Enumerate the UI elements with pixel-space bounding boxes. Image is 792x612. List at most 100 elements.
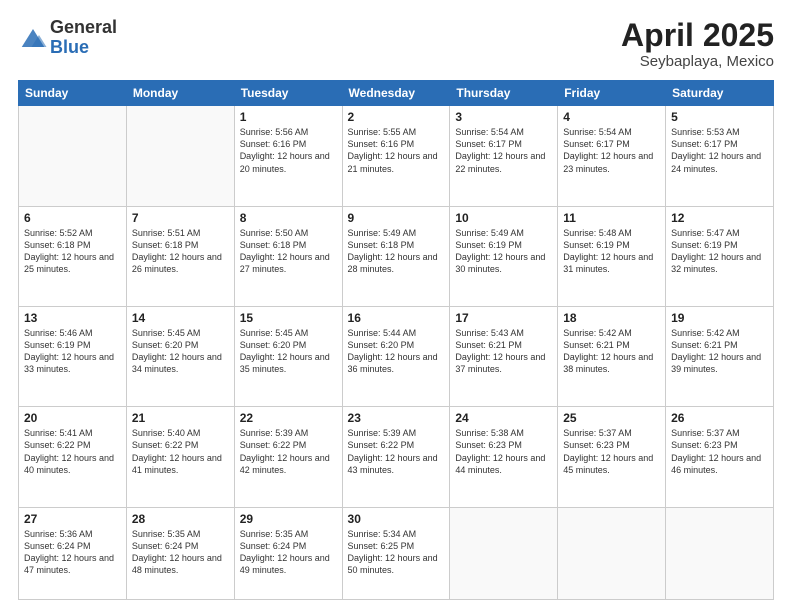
calendar-cell: 25 Sunrise: 5:37 AM Sunset: 6:23 PM Dayli… (558, 407, 666, 507)
calendar-cell: 16Sunrise: 5:44 AM Sunset: 6:20 PM Dayli… (342, 306, 450, 406)
day-info: Sunrise: 5:49 AM Sunset: 6:19 PM Dayligh… (455, 227, 552, 276)
day-info: Sunrise: 5:39 AM Sunset: 6:22 PM Dayligh… (240, 427, 337, 476)
day-info: Sunrise: 5:35 AM Sunset: 6:24 PM Dayligh… (132, 528, 229, 577)
day-number: 18 (563, 311, 660, 325)
logo-text: General Blue (50, 18, 117, 58)
calendar-cell (19, 106, 127, 206)
calendar-cell: 26 Sunrise: 5:37 AM Sunset: 6:23 PM Dayli… (666, 407, 774, 507)
day-number: 25 (563, 411, 660, 425)
day-info: Sunrise: 5:45 AM Sunset: 6:20 PM Dayligh… (240, 327, 337, 376)
day-number: 10 (455, 211, 552, 225)
calendar-cell: 2 Sunrise: 5:55 AM Sunset: 6:16 PM Daylig… (342, 106, 450, 206)
calendar-cell: 22 Sunrise: 5:39 AM Sunset: 6:22 PM Dayli… (234, 407, 342, 507)
day-info: Sunrise: 5:51 AM Sunset: 6:18 PM Dayligh… (132, 227, 229, 276)
calendar-cell: 20Sunrise: 5:41 AM Sunset: 6:22 PM Dayli… (19, 407, 127, 507)
day-number: 1 (240, 110, 337, 124)
col-saturday: Saturday (666, 81, 774, 106)
day-number: 24 (455, 411, 552, 425)
day-info: Sunrise: 5:42 AM Sunset: 6:21 PM Dayligh… (671, 327, 768, 376)
logo: General Blue (18, 18, 117, 58)
calendar-cell: 11 Sunrise: 5:48 AM Sunset: 6:19 PM Dayli… (558, 206, 666, 306)
calendar-cell: 27 Sunrise: 5:36 AM Sunset: 6:24 PM Dayli… (19, 507, 127, 599)
calendar-cell: 17 Sunrise: 5:43 AM Sunset: 6:21 PM Dayli… (450, 306, 558, 406)
calendar-cell: 18 Sunrise: 5:42 AM Sunset: 6:21 PM Dayli… (558, 306, 666, 406)
day-info: Sunrise: 5:47 AM Sunset: 6:19 PM Dayligh… (671, 227, 768, 276)
calendar-cell: 21Sunrise: 5:40 AM Sunset: 6:22 PM Dayli… (126, 407, 234, 507)
day-number: 3 (455, 110, 552, 124)
day-number: 16 (348, 311, 445, 325)
day-info: Sunrise: 5:37 AM Sunset: 6:23 PM Dayligh… (671, 427, 768, 476)
day-number: 9 (348, 211, 445, 225)
day-info: Sunrise: 5:49 AM Sunset: 6:18 PM Dayligh… (348, 227, 445, 276)
calendar-cell: 24 Sunrise: 5:38 AM Sunset: 6:23 PM Dayli… (450, 407, 558, 507)
calendar-cell: 29 Sunrise: 5:35 AM Sunset: 6:24 PM Dayli… (234, 507, 342, 599)
title-block: April 2025 Seybaplaya, Mexico (621, 18, 774, 70)
day-info: Sunrise: 5:45 AM Sunset: 6:20 PM Dayligh… (132, 327, 229, 376)
day-info: Sunrise: 5:54 AM Sunset: 6:17 PM Dayligh… (563, 126, 660, 175)
day-info: Sunrise: 5:46 AM Sunset: 6:19 PM Dayligh… (24, 327, 121, 376)
day-info: Sunrise: 5:43 AM Sunset: 6:21 PM Dayligh… (455, 327, 552, 376)
calendar-cell (450, 507, 558, 599)
logo-blue: Blue (50, 38, 117, 58)
calendar-cell: 15 Sunrise: 5:45 AM Sunset: 6:20 PM Dayli… (234, 306, 342, 406)
day-info: Sunrise: 5:36 AM Sunset: 6:24 PM Dayligh… (24, 528, 121, 577)
calendar-cell: 23 Sunrise: 5:39 AM Sunset: 6:22 PM Dayli… (342, 407, 450, 507)
day-number: 26 (671, 411, 768, 425)
day-info: Sunrise: 5:54 AM Sunset: 6:17 PM Dayligh… (455, 126, 552, 175)
calendar-row-0: 1 Sunrise: 5:56 AM Sunset: 6:16 PM Daylig… (19, 106, 774, 206)
col-thursday: Thursday (450, 81, 558, 106)
day-number: 23 (348, 411, 445, 425)
month-title: April 2025 (621, 18, 774, 53)
day-info: Sunrise: 5:34 AM Sunset: 6:25 PM Dayligh… (348, 528, 445, 577)
location: Seybaplaya, Mexico (621, 53, 774, 70)
calendar-cell (558, 507, 666, 599)
day-info: Sunrise: 5:38 AM Sunset: 6:23 PM Dayligh… (455, 427, 552, 476)
day-info: Sunrise: 5:56 AM Sunset: 6:16 PM Dayligh… (240, 126, 337, 175)
day-number: 27 (24, 512, 121, 526)
logo-general: General (50, 18, 117, 38)
day-number: 17 (455, 311, 552, 325)
day-number: 12 (671, 211, 768, 225)
calendar-table: Sunday Monday Tuesday Wednesday Thursday… (18, 80, 774, 600)
day-number: 2 (348, 110, 445, 124)
col-monday: Monday (126, 81, 234, 106)
day-info: Sunrise: 5:37 AM Sunset: 6:23 PM Dayligh… (563, 427, 660, 476)
calendar-row-2: 13 Sunrise: 5:46 AM Sunset: 6:19 PM Dayli… (19, 306, 774, 406)
calendar-cell: 7Sunrise: 5:51 AM Sunset: 6:18 PM Daylig… (126, 206, 234, 306)
day-number: 13 (24, 311, 121, 325)
calendar-cell: 4Sunrise: 5:54 AM Sunset: 6:17 PM Daylig… (558, 106, 666, 206)
calendar-cell (666, 507, 774, 599)
day-number: 19 (671, 311, 768, 325)
day-info: Sunrise: 5:39 AM Sunset: 6:22 PM Dayligh… (348, 427, 445, 476)
day-number: 11 (563, 211, 660, 225)
calendar-row-1: 6Sunrise: 5:52 AM Sunset: 6:18 PM Daylig… (19, 206, 774, 306)
calendar-cell: 12 Sunrise: 5:47 AM Sunset: 6:19 PM Dayli… (666, 206, 774, 306)
calendar-cell: 28 Sunrise: 5:35 AM Sunset: 6:24 PM Dayli… (126, 507, 234, 599)
day-info: Sunrise: 5:52 AM Sunset: 6:18 PM Dayligh… (24, 227, 121, 276)
day-info: Sunrise: 5:50 AM Sunset: 6:18 PM Dayligh… (240, 227, 337, 276)
col-friday: Friday (558, 81, 666, 106)
calendar-cell: 13 Sunrise: 5:46 AM Sunset: 6:19 PM Dayli… (19, 306, 127, 406)
day-number: 22 (240, 411, 337, 425)
day-number: 28 (132, 512, 229, 526)
col-sunday: Sunday (19, 81, 127, 106)
calendar-cell: 10 Sunrise: 5:49 AM Sunset: 6:19 PM Dayli… (450, 206, 558, 306)
calendar-cell: 6Sunrise: 5:52 AM Sunset: 6:18 PM Daylig… (19, 206, 127, 306)
day-number: 29 (240, 512, 337, 526)
header: General Blue April 2025 Seybaplaya, Mexi… (18, 18, 774, 70)
day-number: 5 (671, 110, 768, 124)
page: General Blue April 2025 Seybaplaya, Mexi… (0, 0, 792, 612)
day-info: Sunrise: 5:55 AM Sunset: 6:16 PM Dayligh… (348, 126, 445, 175)
day-info: Sunrise: 5:42 AM Sunset: 6:21 PM Dayligh… (563, 327, 660, 376)
day-number: 14 (132, 311, 229, 325)
calendar-cell: 1 Sunrise: 5:56 AM Sunset: 6:16 PM Daylig… (234, 106, 342, 206)
calendar-cell: 9 Sunrise: 5:49 AM Sunset: 6:18 PM Daylig… (342, 206, 450, 306)
calendar-cell: 14 Sunrise: 5:45 AM Sunset: 6:20 PM Dayli… (126, 306, 234, 406)
day-info: Sunrise: 5:35 AM Sunset: 6:24 PM Dayligh… (240, 528, 337, 577)
day-number: 30 (348, 512, 445, 526)
col-tuesday: Tuesday (234, 81, 342, 106)
calendar-cell (126, 106, 234, 206)
day-info: Sunrise: 5:48 AM Sunset: 6:19 PM Dayligh… (563, 227, 660, 276)
day-number: 15 (240, 311, 337, 325)
col-wednesday: Wednesday (342, 81, 450, 106)
